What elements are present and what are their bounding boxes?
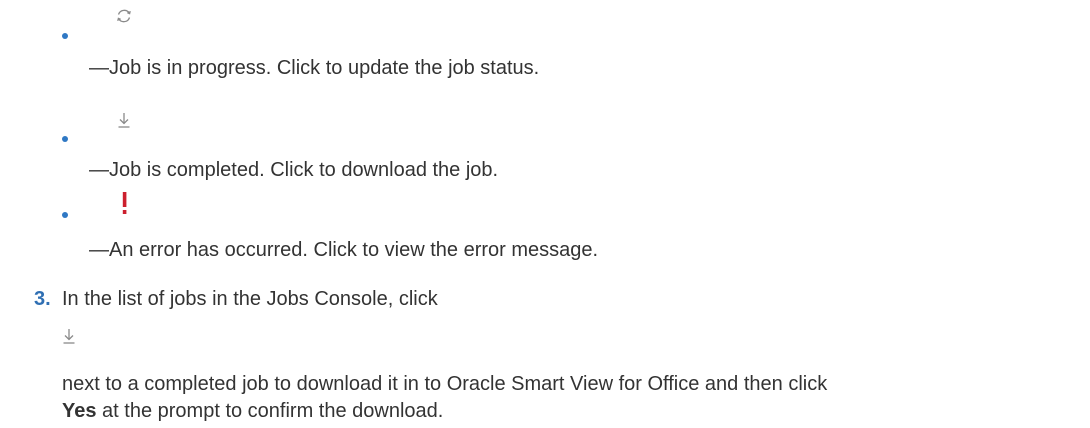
step-3-line2: Yes at the prompt to confirm the downloa… bbox=[62, 399, 443, 423]
download-icon bbox=[116, 111, 132, 131]
status-completed-text: —Job is completed. Click to download the… bbox=[89, 159, 499, 181]
status-error-text: —An error has occurred. Click to view th… bbox=[89, 239, 599, 261]
list-bullet bbox=[62, 212, 68, 218]
step-number: 3. bbox=[34, 288, 51, 310]
step-3-intro: In the list of jobs in the Jobs Console,… bbox=[62, 288, 438, 310]
step-3-line2-rest: at the prompt to confirm the download. bbox=[96, 400, 444, 422]
refresh-icon bbox=[114, 6, 134, 26]
download-icon bbox=[61, 327, 77, 347]
error-exclamation-icon bbox=[121, 191, 129, 217]
list-bullet bbox=[62, 136, 68, 142]
yes-emphasis: Yes bbox=[62, 400, 97, 422]
list-bullet bbox=[62, 33, 68, 39]
status-in-progress-text: —Job is in progress. Click to update the… bbox=[89, 57, 540, 79]
step-3-line1: next to a completed job to download it i… bbox=[62, 373, 828, 395]
